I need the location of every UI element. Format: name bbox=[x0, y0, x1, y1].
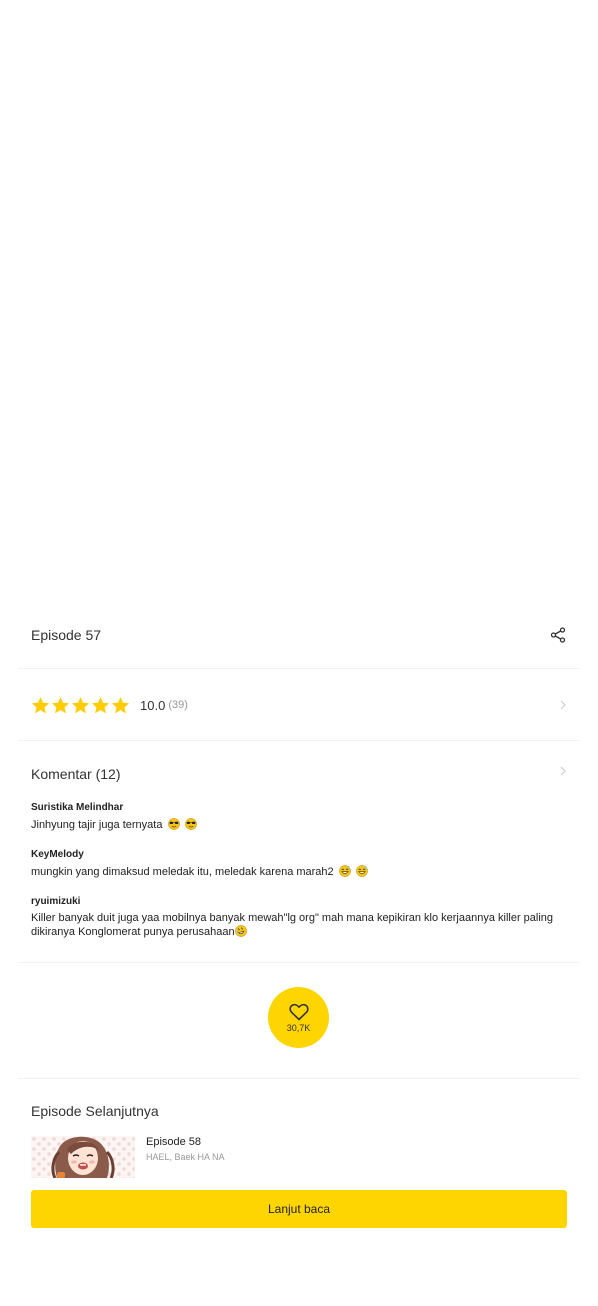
comment-body: Jinhyung tajir juga ternyata bbox=[31, 819, 163, 831]
comment-author: KeyMelody bbox=[31, 849, 84, 860]
rating-value: 10.0 bbox=[140, 697, 166, 713]
comment-text: mungkin yang dimaksud meledak itu, meled… bbox=[31, 865, 567, 879]
episode-title: Episode 57 bbox=[31, 627, 102, 643]
comment-text: Killer banyak duit juga yaa mobilnya ban… bbox=[31, 912, 567, 939]
comment-body: mungkin yang dimaksud meledak itu, meled… bbox=[31, 866, 334, 878]
comic-viewer-area bbox=[0, 0, 598, 600]
star-icon bbox=[51, 696, 70, 713]
comment-body: Killer banyak duit juga yaa mobilnya ban… bbox=[31, 912, 554, 938]
rating-count: (39) bbox=[168, 699, 188, 711]
comment-item: Suristika Melindhar Jinhyung tajir juga … bbox=[31, 801, 567, 832]
comments-title: Komentar (12) bbox=[31, 766, 121, 782]
star-icon bbox=[31, 696, 50, 713]
comment-text: Jinhyung tajir juga ternyata bbox=[31, 818, 567, 832]
sunglasses-emoji-icon bbox=[167, 818, 180, 830]
like-button[interactable]: 30,7K bbox=[268, 987, 329, 1048]
divider bbox=[18, 1078, 580, 1079]
next-episode-thumbnail bbox=[31, 1136, 135, 1178]
star-icon bbox=[91, 696, 110, 713]
divider bbox=[18, 668, 580, 669]
next-episode-title: Episode 58 bbox=[146, 1136, 202, 1148]
continue-reading-button[interactable]: Lanjut baca bbox=[31, 1190, 567, 1228]
comment-item: KeyMelody mungkin yang dimaksud meledak … bbox=[31, 848, 567, 879]
like-count: 30,7K bbox=[286, 1022, 311, 1033]
next-episode-authors: HAEL, Baek HA NA bbox=[146, 1152, 225, 1162]
comment-author: Suristika Melindhar bbox=[31, 802, 124, 813]
rolling-laughing-emoji-icon bbox=[234, 925, 247, 937]
share-button[interactable] bbox=[549, 626, 567, 644]
share-icon bbox=[550, 627, 566, 643]
heart-icon bbox=[288, 1003, 309, 1020]
star-icon bbox=[71, 696, 90, 713]
episode-header: Episode 57 bbox=[31, 622, 567, 648]
divider bbox=[18, 740, 580, 741]
episode-thumbnail-art bbox=[31, 1136, 135, 1178]
star-icon bbox=[111, 696, 130, 713]
comment-item: ryuimizuki Killer banyak duit juga yaa m… bbox=[31, 895, 567, 939]
next-episode-info: Episode 58 HAEL, Baek HA NA bbox=[146, 1136, 225, 1178]
grinning-sweat-emoji-icon bbox=[355, 865, 368, 877]
chevron-right-icon bbox=[560, 766, 566, 776]
grinning-sweat-emoji-icon bbox=[338, 865, 351, 877]
comments-header[interactable]: Komentar (12) bbox=[31, 763, 567, 785]
next-episode-card[interactable]: Episode 58 HAEL, Baek HA NA bbox=[31, 1136, 567, 1178]
rating-row[interactable]: 10.0 (39) bbox=[31, 693, 567, 717]
sunglasses-emoji-icon bbox=[184, 818, 197, 830]
rating-stars bbox=[31, 696, 130, 715]
comment-author: ryuimizuki bbox=[31, 896, 81, 907]
divider bbox=[18, 962, 580, 963]
next-episode-section-title: Episode Selanjutnya bbox=[31, 1103, 159, 1119]
chevron-right-icon bbox=[560, 700, 566, 710]
